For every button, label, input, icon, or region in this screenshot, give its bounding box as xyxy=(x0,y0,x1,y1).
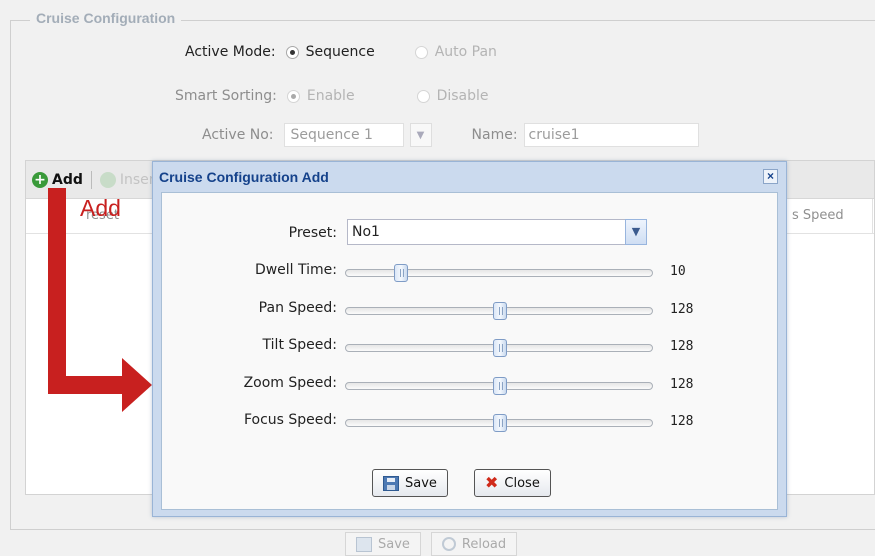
slider-value: 10 xyxy=(670,264,686,279)
preset-select[interactable]: No1 ▼ xyxy=(347,219,647,245)
close-x-icon: ✖ xyxy=(485,473,499,492)
slider-track[interactable] xyxy=(345,301,653,320)
floppy-disk-icon xyxy=(383,475,399,491)
slider-value: 128 xyxy=(670,414,694,429)
close-icon[interactable]: × xyxy=(763,169,778,184)
dialog-close-label: Close xyxy=(504,475,540,491)
preset-value: No1 xyxy=(352,224,380,240)
dialog-save-label: Save xyxy=(405,475,437,491)
slider-thumb[interactable] xyxy=(394,264,409,282)
slider-track[interactable] xyxy=(345,376,653,395)
slider-track[interactable] xyxy=(345,414,653,432)
slider-label: Tilt Speed: xyxy=(262,337,337,353)
chevron-down-icon[interactable]: ▼ xyxy=(625,219,647,245)
dialog-title: Cruise Configuration Add xyxy=(159,169,329,185)
slider-label: Dwell Time: xyxy=(254,262,337,278)
slider-label: Pan Speed: xyxy=(258,299,337,316)
dialog-title-bar[interactable]: Cruise Configuration Add × xyxy=(153,162,786,192)
slider-thumb[interactable] xyxy=(493,414,507,432)
slider-thumb[interactable] xyxy=(493,376,507,395)
slider-label: Zoom Speed: xyxy=(243,374,337,391)
dialog-close-button[interactable]: ✖ Close xyxy=(474,469,551,497)
slider-label: Focus Speed: xyxy=(243,412,337,428)
cruise-add-dialog: Cruise Configuration Add × Preset: No1 ▼… xyxy=(152,161,787,517)
slider-thumb[interactable] xyxy=(493,339,507,357)
slider-thumb[interactable] xyxy=(493,301,507,320)
slider-track[interactable] xyxy=(345,339,653,357)
annotation-add-label: Add xyxy=(80,195,121,221)
slider-track[interactable] xyxy=(345,264,653,282)
dialog-save-button[interactable]: Save xyxy=(372,469,448,497)
slider-value: 128 xyxy=(670,376,694,392)
preset-label: Preset: xyxy=(288,225,337,241)
slider-value: 128 xyxy=(670,301,694,317)
slider-value: 128 xyxy=(670,339,694,354)
dialog-body: Preset: No1 ▼ Dwell Time: 10 Pan Speed: 128… xyxy=(161,192,778,510)
